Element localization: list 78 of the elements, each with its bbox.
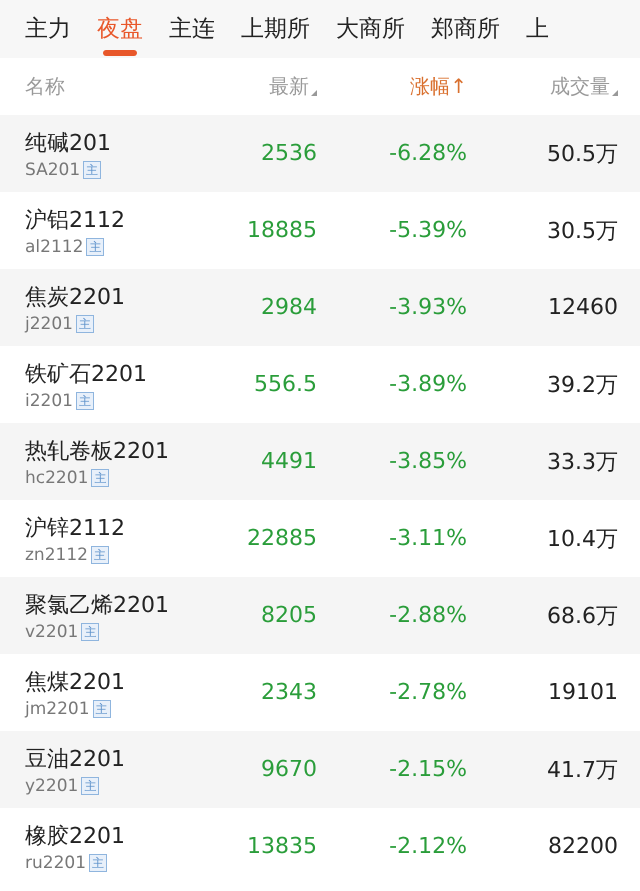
price-cell-text: 2343 — [260, 680, 317, 705]
change-cell-text: -5.39% — [388, 218, 467, 243]
contract-code: y2201 — [25, 776, 78, 796]
tab[interactable]: 主力 — [25, 0, 71, 58]
table-row[interactable]: 纯碱201 SA201 主 2536 -6.28% 50.5万 — [0, 115, 640, 192]
main-tag: 主 — [92, 700, 111, 718]
volume-cell-text: 10.4万 — [546, 526, 618, 554]
price-cell-text: 556.5 — [253, 372, 317, 397]
contract-code: i2201 — [25, 390, 73, 410]
contract-name: 纯碱201 — [25, 130, 112, 158]
price-cell-text: 9670 — [260, 757, 317, 782]
main-tag: 主 — [81, 622, 100, 640]
change-cell-text: -3.93% — [388, 295, 467, 320]
tab[interactable]: 主连 — [169, 0, 215, 58]
contract-code: zn2112 — [25, 544, 88, 564]
table-row[interactable]: 聚氯乙烯2201 v2201 主 8205 -2.88% 68.6万 — [0, 577, 640, 654]
table-row[interactable]: 豆油2201 y2201 主 9670 -2.15% 41.7万 — [0, 731, 640, 808]
change-cell-text: -2.15% — [388, 757, 467, 782]
price-cell-text: 4491 — [260, 449, 317, 474]
volume-cell-text: 68.6万 — [546, 602, 618, 630]
volume-cell-text: 33.3万 — [546, 448, 618, 476]
contract-code: al2112 — [25, 236, 84, 256]
price-cell-text: 2984 — [260, 295, 317, 320]
contract-name: 热轧卷板2201 — [25, 438, 170, 466]
volume-cell-text: 39.2万 — [546, 372, 618, 400]
contract-name: 橡胶2201 — [25, 822, 126, 850]
volume-cell-text: 50.5万 — [546, 140, 618, 168]
contract-code: ru2201 — [25, 852, 86, 872]
main-tag: 主 — [86, 238, 104, 256]
contract-name: 豆油2201 — [25, 746, 126, 774]
change-cell-text: -3.11% — [388, 526, 467, 551]
main-tag: 主 — [76, 314, 94, 332]
main-tag: 主 — [81, 776, 100, 794]
table-row[interactable]: 焦炭2201 j2201 主 2984 -3.93% 12460 — [0, 269, 640, 346]
price-cell-text: 22885 — [246, 526, 317, 551]
table-row[interactable]: 橡胶2201 ru2201 主 13835 -2.12% 82200 — [0, 808, 640, 885]
change-cell-text: -3.85% — [388, 449, 467, 474]
sort-icon — [311, 90, 317, 96]
main-tag: 主 — [89, 854, 108, 872]
volume-cell-text: 82200 — [547, 834, 618, 859]
tab[interactable]: 上 — [526, 0, 549, 58]
table-row[interactable]: 沪锌2112 zn2112 主 22885 -3.11% 10.4万 — [0, 500, 640, 577]
contract-code: v2201 — [25, 622, 78, 642]
table-row[interactable]: 铁矿石2201 i2201 主 556.5 -3.89% 39.2万 — [0, 346, 640, 423]
contract-code: SA201 — [25, 160, 80, 180]
main-tag: 主 — [76, 392, 94, 410]
contract-code: jm2201 — [25, 698, 90, 718]
change-cell-text: -2.78% — [388, 680, 467, 705]
tab[interactable]: 郑商所 — [431, 0, 500, 58]
change-cell-text: -3.89% — [388, 372, 467, 397]
change-cell-text: -2.88% — [388, 603, 467, 628]
table-row[interactable]: 焦煤2201 jm2201 主 2343 -2.78% 19101 — [0, 654, 640, 731]
sort-icon — [612, 90, 618, 96]
change-cell-text: -6.28% — [388, 141, 467, 166]
table-row[interactable]: 沪铝2112 al2112 主 18885 -5.39% 30.5万 — [0, 192, 640, 269]
contract-code: j2201 — [25, 314, 73, 334]
volume-cell-text: 30.5万 — [546, 218, 618, 246]
main-tag: 主 — [90, 546, 109, 564]
table-row[interactable]: 热轧卷板2201 hc2201 主 4491 -3.85% 33.3万 — [0, 423, 640, 500]
contract-code: hc2201 — [25, 468, 88, 488]
contract-name: 沪锌2112 — [25, 514, 126, 542]
volume-cell-text: 12460 — [547, 295, 618, 320]
volume-cell-text: 19101 — [547, 680, 618, 705]
change-cell-text: -2.12% — [388, 834, 467, 859]
price-cell-text: 8205 — [260, 603, 317, 628]
contract-name: 聚氯乙烯2201 — [25, 592, 170, 620]
volume-cell-text: 41.7万 — [546, 756, 618, 784]
main-tag: 主 — [83, 160, 102, 178]
main-tag: 主 — [91, 468, 110, 486]
contract-name: 沪铝2112 — [25, 206, 126, 234]
contract-name: 铁矿石2201 — [25, 360, 148, 388]
price-cell-text: 13835 — [246, 834, 317, 859]
tab[interactable]: 上期所 — [241, 0, 310, 58]
tab[interactable]: 大商所 — [336, 0, 405, 58]
price-cell-text: 2536 — [260, 141, 317, 166]
contract-name: 焦煤2201 — [25, 668, 126, 696]
contract-name: 焦炭2201 — [25, 284, 126, 312]
price-cell-text: 18885 — [246, 218, 317, 243]
